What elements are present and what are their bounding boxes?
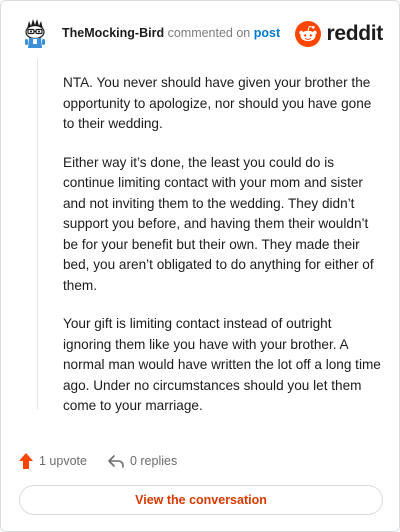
author-name[interactable]: TheMocking-Bird	[62, 26, 164, 40]
snoo-avatar-icon	[19, 17, 51, 49]
comment-body: NTA. You never should have given your br…	[63, 73, 383, 435]
comment-actions: 1 upvote 0 replies	[18, 451, 197, 471]
comment-paragraph: Your gift is limiting contact instead of…	[63, 316, 381, 413]
view-conversation-button[interactable]: View the conversation	[19, 485, 383, 515]
reddit-wordmark: reddit	[326, 22, 383, 45]
commented-on-text: commented on	[167, 26, 251, 40]
reddit-logo[interactable]: reddit	[295, 19, 383, 49]
comment-paragraph: Either way it’s done, the least you coul…	[63, 154, 374, 293]
comment-paragraph: NTA. You never should have given your br…	[63, 75, 372, 131]
upvote-count: 1 upvote	[39, 454, 87, 468]
comment-header: TheMocking-Bird commented on post reddit	[17, 15, 383, 55]
avatar[interactable]	[19, 17, 51, 49]
embedded-comment-card: TheMocking-Bird commented on post reddit…	[0, 0, 400, 532]
reply-count: 0 replies	[129, 454, 178, 468]
upvote-arrow-icon	[19, 453, 33, 469]
post-link[interactable]: post	[254, 26, 280, 40]
upvote-button[interactable]: 1 upvote	[18, 452, 87, 470]
thread-line	[37, 59, 38, 409]
replies-button[interactable]: 0 replies	[107, 453, 177, 469]
reply-arrow-icon	[108, 455, 124, 468]
author-line: TheMocking-Bird commented on post	[62, 26, 280, 40]
reddit-snoo-icon	[295, 21, 322, 47]
